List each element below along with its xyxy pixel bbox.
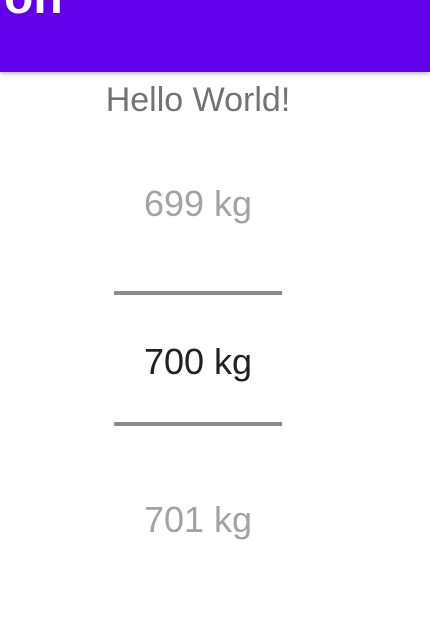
picker-previous-value[interactable]: 699 kg <box>98 182 298 226</box>
picker-selected-value[interactable]: 700 kg <box>98 340 298 384</box>
app-bar: on <box>0 0 430 72</box>
picker-selection-divider-bottom <box>114 422 282 426</box>
picker-selection-divider-top <box>114 291 282 295</box>
weight-number-picker[interactable]: 699 kg 700 kg 701 kg <box>98 150 298 570</box>
app-screen: on Hello World! 699 kg 700 kg 701 kg <box>0 0 430 624</box>
picker-next-value[interactable]: 701 kg <box>98 498 298 542</box>
hello-text: Hello World! <box>105 81 291 119</box>
app-bar-title: on <box>4 0 63 22</box>
